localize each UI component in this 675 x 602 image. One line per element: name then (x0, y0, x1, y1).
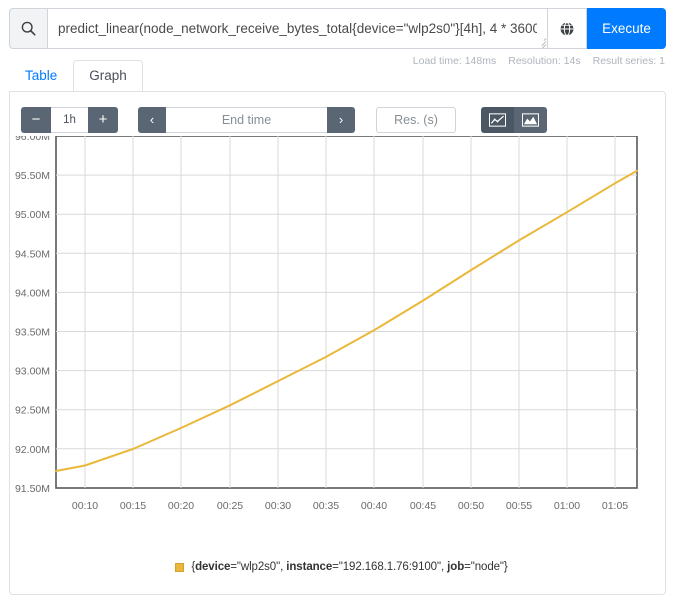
legend-value-job: "node" (470, 561, 504, 573)
x-tick-label: 00:15 (120, 500, 146, 512)
y-tick-label: 96.00M (15, 136, 50, 143)
y-tick-label: 95.00M (15, 209, 50, 221)
query-bar: Execute (9, 8, 666, 49)
legend-key-device: device (195, 561, 231, 573)
legend-eq: = (464, 561, 471, 573)
legend-key-instance: instance (286, 561, 333, 573)
y-tick-label: 94.50M (15, 248, 50, 260)
y-tick-label: 94.00M (15, 287, 50, 299)
resolution-input[interactable] (376, 106, 456, 133)
execute-button[interactable]: Execute (587, 8, 666, 49)
x-tick-label: 01:05 (602, 500, 628, 512)
x-tick-label: 00:30 (265, 500, 291, 512)
graph-controls: − + ‹ › (10, 92, 665, 136)
legend-value-instance: "192.168.1.76:9100" (338, 561, 441, 573)
search-icon (9, 8, 47, 49)
end-time-input[interactable] (166, 106, 327, 133)
x-tick-label: 00:35 (313, 500, 339, 512)
stacked-area-chart-icon[interactable] (514, 106, 547, 133)
y-tick-label: 93.00M (15, 366, 50, 378)
result-series-stat: Result series: 1 (592, 55, 665, 67)
legend-color-swatch[interactable] (175, 562, 185, 572)
result-tabs: Table Graph Load time: 148ms Resolution:… (9, 55, 666, 91)
resolution-stat: Resolution: 14s (508, 55, 581, 67)
history-globe-icon[interactable] (547, 8, 587, 49)
query-input-wrapper (47, 8, 547, 49)
shift-back-button[interactable]: ‹ (138, 106, 166, 133)
legend-eq: = (332, 561, 339, 573)
graph-panel: − + ‹ › (9, 91, 666, 595)
range-stepper: − + (21, 106, 118, 133)
legend-series-label[interactable]: {device="wlp2s0", instance="192.168.1.76… (191, 561, 507, 573)
end-time-group: ‹ › (138, 106, 355, 133)
x-axis-labels: 00:10 00:15 00:20 00:25 00:30 00:35 00:4… (72, 500, 628, 512)
load-time-stat: Load time: 148ms (412, 55, 497, 67)
graph-svg[interactable]: 96.00M 95.50M 95.00M 94.50M 94.00M 93.50… (10, 136, 673, 595)
y-tick-label: 92.50M (15, 405, 50, 417)
line-chart-icon[interactable] (481, 106, 514, 133)
y-tick-label: 91.50M (15, 483, 50, 495)
legend-eq: = (230, 561, 237, 573)
legend-key-job: job (447, 561, 465, 573)
shift-forward-button[interactable]: › (327, 106, 355, 133)
y-axis-labels: 96.00M 95.50M 95.00M 94.50M 94.00M 93.50… (15, 136, 50, 495)
legend-value-device: "wlp2s0" (236, 561, 281, 573)
x-tick-label: 00:40 (361, 500, 387, 512)
x-tick-label: 00:50 (458, 500, 484, 512)
y-tick-label: 92.00M (15, 444, 50, 456)
chart-legend: {device="wlp2s0", instance="192.168.1.76… (10, 561, 673, 573)
plot-frame (55, 136, 638, 489)
y-tick-label: 93.50M (15, 327, 50, 339)
range-increase-button[interactable]: + (88, 106, 118, 133)
x-tick-label: 01:00 (554, 500, 580, 512)
range-input[interactable] (51, 106, 88, 133)
chart-type-toggle (481, 106, 547, 133)
query-input[interactable] (48, 9, 547, 48)
range-decrease-button[interactable]: − (21, 106, 51, 133)
x-tick-label: 00:10 (72, 500, 98, 512)
query-stats: Load time: 148ms Resolution: 14s Result … (413, 55, 665, 67)
x-tick-label: 00:45 (410, 500, 436, 512)
y-tick-label: 95.50M (15, 170, 50, 182)
tab-graph[interactable]: Graph (73, 60, 143, 91)
x-tick-label: 00:25 (217, 500, 243, 512)
x-tick-label: 00:20 (168, 500, 194, 512)
chart-plot-area: 96.00M 95.50M 95.00M 94.50M 94.00M 93.50… (10, 136, 673, 595)
tab-table[interactable]: Table (9, 60, 73, 91)
x-tick-label: 00:55 (506, 500, 532, 512)
